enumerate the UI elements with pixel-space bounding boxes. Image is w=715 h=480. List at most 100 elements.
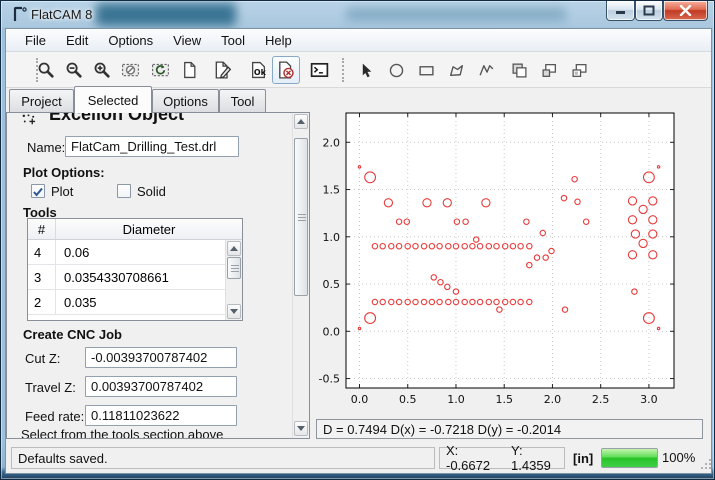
open-edit-button[interactable] bbox=[208, 56, 236, 84]
menubar: FileEditOptionsViewToolHelp bbox=[6, 29, 711, 52]
close-button[interactable] bbox=[663, 1, 708, 21]
tools-table-scrollbar[interactable] bbox=[225, 240, 242, 321]
units-label: [in] bbox=[573, 451, 593, 466]
tool-number: 4 bbox=[28, 240, 56, 264]
feed-rate-label: Feed rate: bbox=[25, 409, 84, 424]
tool-row[interactable]: 30.0354330708661 bbox=[28, 265, 225, 290]
accept-ok-button[interactable]: Ok bbox=[244, 56, 272, 84]
tool-row[interactable]: 40.06 bbox=[28, 240, 225, 265]
tool-number: 2 bbox=[28, 290, 56, 314]
menu-edit[interactable]: Edit bbox=[57, 30, 97, 51]
accept-ok-icon: Ok bbox=[250, 61, 267, 79]
object-heading: Excellon Object bbox=[49, 113, 271, 125]
statusbar: Defaults saved. X: -0.6672 Y: 1.4359 [in… bbox=[6, 444, 711, 473]
clear-plot-icon bbox=[121, 61, 140, 79]
tab-options[interactable]: Options bbox=[152, 89, 219, 112]
draw-circle-icon bbox=[388, 62, 405, 79]
plot-checkbox[interactable] bbox=[31, 184, 45, 198]
draw-circle-button[interactable] bbox=[382, 56, 410, 84]
draw-polyline-button[interactable] bbox=[472, 56, 500, 84]
scroll-down-button[interactable] bbox=[294, 421, 308, 436]
menu-options[interactable]: Options bbox=[99, 30, 162, 51]
svg-text:2.0: 2.0 bbox=[544, 393, 562, 406]
cursor-y: Y: 1.4359 bbox=[511, 443, 564, 473]
scroll-down-button[interactable] bbox=[227, 304, 241, 319]
tool-diameter: 0.0354330708661 bbox=[56, 265, 225, 289]
replot-icon bbox=[151, 61, 170, 79]
plot-checkbox-label[interactable]: Plot bbox=[51, 184, 73, 199]
travel-z-input[interactable] bbox=[85, 376, 237, 397]
menu-file[interactable]: File bbox=[16, 30, 55, 51]
progress-percent: 100% bbox=[662, 450, 695, 465]
minimize-button[interactable] bbox=[606, 1, 635, 21]
clear-plot-button[interactable] bbox=[116, 56, 144, 84]
toolbar-drag-handle[interactable] bbox=[342, 58, 345, 82]
replot-button[interactable] bbox=[146, 56, 174, 84]
delete-object-icon bbox=[277, 61, 295, 79]
cut-z-input[interactable] bbox=[85, 347, 237, 368]
cursor-coordinates: X: -0.6672 Y: 1.4359 bbox=[439, 447, 565, 469]
svg-text:1.5: 1.5 bbox=[495, 393, 513, 406]
resize-grip[interactable] bbox=[700, 458, 712, 470]
open-edit-icon bbox=[213, 61, 232, 79]
pointer-tool-button[interactable] bbox=[352, 56, 380, 84]
svg-text:3.0: 3.0 bbox=[640, 393, 658, 406]
buffer-shape-button[interactable] bbox=[535, 56, 563, 84]
feed-rate-input[interactable] bbox=[85, 405, 237, 426]
draw-rectangle-button[interactable] bbox=[412, 56, 440, 84]
zoom-in-icon bbox=[93, 61, 111, 79]
draw-rectangle-icon bbox=[418, 62, 435, 79]
plot-canvas[interactable]: 0.00.51.01.52.02.53.0-0.50.00.51.01.52.0 bbox=[309, 103, 709, 417]
menu-help[interactable]: Help bbox=[256, 30, 301, 51]
measurement-readout: D = 0.7494 D(x) = -0.7218 D(y) = -0.2014 bbox=[316, 419, 703, 439]
tab-project[interactable]: Project bbox=[9, 89, 74, 112]
scroll-up-button[interactable] bbox=[227, 241, 241, 256]
tools-table-header[interactable]: # Diameter bbox=[28, 219, 242, 240]
tool-row[interactable]: 20.035 bbox=[28, 290, 225, 315]
zoom-out-icon bbox=[65, 61, 83, 79]
cut-z-label: Cut Z: bbox=[25, 351, 60, 366]
shell-icon bbox=[310, 61, 329, 79]
maximize-button[interactable] bbox=[635, 1, 663, 21]
tab-tool[interactable]: Tool bbox=[219, 89, 266, 112]
titlebar-glass-blur bbox=[346, 8, 566, 21]
tools-hint-text: Select from the tools section above bbox=[21, 427, 223, 439]
shell-button[interactable] bbox=[305, 56, 333, 84]
panel-scrollbar[interactable] bbox=[292, 113, 309, 438]
draw-polyline-icon bbox=[478, 62, 495, 79]
tool-diameter: 0.035 bbox=[56, 290, 225, 314]
zoom-out-button[interactable] bbox=[60, 56, 88, 84]
travel-z-label: Travel Z: bbox=[25, 380, 76, 395]
buffer-shape-icon bbox=[541, 62, 558, 79]
copy-shape-button[interactable] bbox=[505, 56, 533, 84]
new-project-button[interactable] bbox=[175, 56, 203, 84]
name-input[interactable] bbox=[65, 136, 239, 157]
zoom-fit-button[interactable] bbox=[32, 56, 60, 84]
delete-object-button[interactable] bbox=[272, 56, 300, 84]
name-label: Name: bbox=[27, 140, 65, 155]
svg-text:0.0: 0.0 bbox=[323, 325, 341, 338]
draw-polygon-icon bbox=[448, 62, 465, 79]
menu-view[interactable]: View bbox=[164, 30, 210, 51]
draw-polygon-button[interactable] bbox=[442, 56, 470, 84]
copy-shape-icon bbox=[511, 62, 528, 79]
scroll-up-button[interactable] bbox=[294, 114, 308, 129]
svg-text:0.0: 0.0 bbox=[351, 393, 369, 406]
status-message: Defaults saved. bbox=[11, 447, 435, 469]
tab-selected[interactable]: Selected bbox=[74, 86, 152, 113]
selected-tab-panel: Excellon Object Name: Plot Options: Plot… bbox=[6, 112, 310, 439]
cursor-x: X: -0.6672 bbox=[446, 443, 504, 473]
scrollbar-thumb[interactable] bbox=[227, 257, 241, 279]
menu-tool[interactable]: Tool bbox=[212, 30, 254, 51]
svg-text:1.0: 1.0 bbox=[323, 231, 341, 244]
scrollbar-thumb[interactable] bbox=[294, 138, 308, 296]
plot-options-label: Plot Options: bbox=[23, 165, 105, 180]
zoom-in-button[interactable] bbox=[88, 56, 116, 84]
svg-text:2.5: 2.5 bbox=[592, 393, 610, 406]
solid-checkbox-label[interactable]: Solid bbox=[137, 184, 166, 199]
flatcam-logo-icon bbox=[12, 6, 29, 23]
solid-checkbox[interactable] bbox=[117, 184, 131, 198]
titlebar[interactable]: FlatCAM 8 bbox=[1, 1, 715, 28]
tools-table: # Diameter 40.0630.035433070866120.035 bbox=[27, 218, 243, 321]
paint-shape-button[interactable] bbox=[565, 56, 593, 84]
